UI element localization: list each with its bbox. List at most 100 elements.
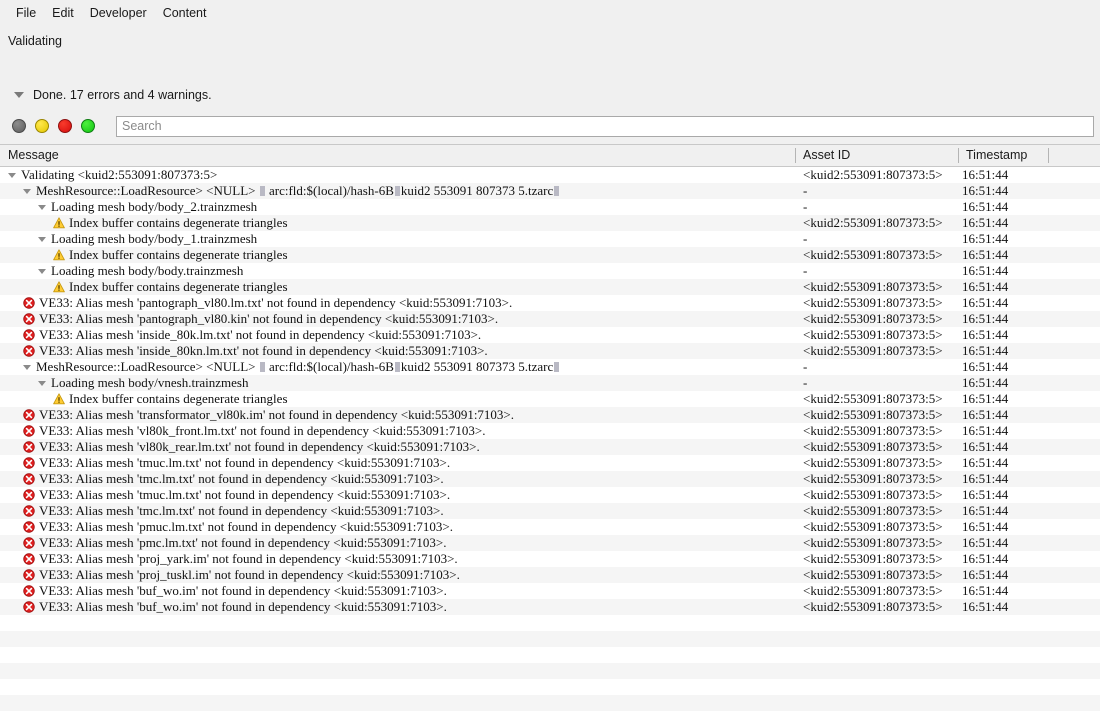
- cell-message: MeshResource::LoadResource> <NULL> arc:f…: [0, 359, 795, 375]
- table-row[interactable]: Validating <kuid2:553091:807373:5> <kuid2…: [0, 167, 1100, 183]
- table-row[interactable]: VE33: Alias mesh 'vl80k_front.lm.txt' no…: [0, 423, 1100, 439]
- warning-icon: [53, 217, 65, 229]
- column-header-message[interactable]: Message: [0, 145, 795, 167]
- table-row[interactable]: VE33: Alias mesh 'pmc.lm.txt' not found …: [0, 535, 1100, 551]
- table-row[interactable]: VE33: Alias mesh 'vl80k_rear.lm.txt' not…: [0, 439, 1100, 455]
- cell-message: VE33: Alias mesh 'pmuc.lm.txt' not found…: [0, 519, 795, 535]
- path-separator-glyph: [259, 362, 265, 372]
- triangle-down-icon[interactable]: [38, 204, 46, 210]
- triangle-down-icon[interactable]: [38, 268, 46, 274]
- menu-item-edit[interactable]: Edit: [44, 4, 82, 24]
- cell-asset-id: <kuid2:553091:807373:5>: [803, 535, 943, 550]
- table-row[interactable]: MeshResource::LoadResource> <NULL> arc:f…: [0, 183, 1100, 199]
- cell-asset-id: -: [803, 263, 808, 278]
- cell-timestamp: 16:51:44: [962, 423, 1009, 438]
- table-row[interactable]: VE33: Alias mesh 'buf_wo.im' not found i…: [0, 599, 1100, 615]
- table-row[interactable]: Loading mesh body/body_1.trainzmesh - 16:5…: [0, 231, 1100, 247]
- triangle-down-icon[interactable]: [14, 92, 24, 98]
- table-row[interactable]: VE33: Alias mesh 'tmc.lm.txt' not found …: [0, 503, 1100, 519]
- cell-message: VE33: Alias mesh 'transformator_vl80k.im…: [0, 407, 795, 423]
- menu-item-developer[interactable]: Developer: [82, 4, 155, 24]
- triangle-down-icon[interactable]: [38, 236, 46, 242]
- column-header-extra[interactable]: [1048, 145, 1100, 167]
- table-row[interactable]: VE33: Alias mesh 'transformator_vl80k.im…: [0, 407, 1100, 423]
- triangle-down-icon[interactable]: [23, 364, 31, 370]
- table-row-empty[interactable]: [0, 647, 1100, 663]
- summary-row[interactable]: Done. 17 errors and 4 warnings.: [14, 88, 212, 102]
- triangle-down-icon[interactable]: [38, 380, 46, 386]
- filter-dot-red[interactable]: [58, 119, 72, 133]
- cell-asset-id: <kuid2:553091:807373:5>: [803, 343, 943, 358]
- cell-asset-id: <kuid2:553091:807373:5>: [803, 583, 943, 598]
- cell-message: VE33: Alias mesh 'tmuc.lm.txt' not found…: [0, 455, 795, 471]
- cell-message: VE33: Alias mesh 'proj_tuskl.im' not fou…: [0, 567, 795, 583]
- log-table: Message Asset ID Timestamp Validating <k…: [0, 144, 1100, 728]
- cell-timestamp: 16:51:44: [962, 199, 1009, 214]
- table-row-empty[interactable]: [0, 615, 1100, 631]
- table-row-empty[interactable]: [0, 679, 1100, 695]
- menu-item-content[interactable]: Content: [155, 4, 215, 24]
- search-input[interactable]: [116, 115, 1094, 137]
- cell-timestamp: 16:51:44: [962, 503, 1009, 518]
- table-row[interactable]: Index buffer contains degenerate triangl…: [0, 247, 1100, 263]
- cell-message: VE33: Alias mesh 'inside_80kn.lm.txt' no…: [0, 343, 795, 359]
- table-row[interactable]: VE33: Alias mesh 'tmc.lm.txt' not found …: [0, 471, 1100, 487]
- message-text: VE33: Alias mesh 'pantograph_vl80.lm.txt…: [39, 295, 513, 310]
- column-header-timestamp[interactable]: Timestamp: [958, 145, 1048, 167]
- message-text: Index buffer contains degenerate triangl…: [69, 391, 288, 406]
- table-row[interactable]: Loading mesh body/body_2.trainzmesh - 16:5…: [0, 199, 1100, 215]
- cell-message: Index buffer contains degenerate triangl…: [0, 215, 795, 231]
- table-row[interactable]: VE33: Alias mesh 'pantograph_vl80.lm.txt…: [0, 295, 1100, 311]
- filter-dot-green[interactable]: [81, 119, 95, 133]
- cell-asset-id: <kuid2:553091:807373:5>: [803, 327, 943, 342]
- table-row-empty[interactable]: [0, 695, 1100, 711]
- path-separator-glyph: [554, 186, 560, 196]
- table-row[interactable]: Loading mesh body/vnesh.trainzmesh - 16:51…: [0, 375, 1100, 391]
- cell-timestamp: 16:51:44: [962, 455, 1009, 470]
- table-row[interactable]: Index buffer contains degenerate triangl…: [0, 279, 1100, 295]
- message-text: VE33: Alias mesh 'inside_80k.lm.txt' not…: [39, 327, 482, 342]
- menu-item-file[interactable]: File: [8, 4, 44, 24]
- cell-asset-id: <kuid2:553091:807373:5>: [803, 519, 943, 534]
- cell-asset-id: <kuid2:553091:807373:5>: [803, 295, 943, 310]
- cell-asset-id: <kuid2:553091:807373:5>: [803, 455, 943, 470]
- filter-dot-yellow[interactable]: [35, 119, 49, 133]
- table-row[interactable]: VE33: Alias mesh 'buf_wo.im' not found i…: [0, 583, 1100, 599]
- filter-dot-gray[interactable]: [12, 119, 26, 133]
- table-row[interactable]: VE33: Alias mesh 'tmuc.lm.txt' not found…: [0, 487, 1100, 503]
- cell-asset-id: <kuid2:553091:807373:5>: [803, 279, 943, 294]
- cell-message: Loading mesh body/vnesh.trainzmesh: [0, 375, 795, 391]
- message-text: VE33: Alias mesh 'tmc.lm.txt' not found …: [39, 471, 444, 486]
- triangle-down-icon[interactable]: [23, 188, 31, 194]
- column-header-asset-id[interactable]: Asset ID: [795, 145, 958, 167]
- table-row-empty[interactable]: [0, 663, 1100, 679]
- table-row[interactable]: VE33: Alias mesh 'inside_80k.lm.txt' not…: [0, 327, 1100, 343]
- cell-timestamp: 16:51:44: [962, 375, 1009, 390]
- message-text: Loading mesh body/body_1.trainzmesh: [51, 231, 258, 246]
- error-icon: [23, 537, 35, 549]
- table-row[interactable]: Index buffer contains degenerate triangl…: [0, 215, 1100, 231]
- table-row[interactable]: VE33: Alias mesh 'proj_yark.im' not foun…: [0, 551, 1100, 567]
- message-text: Index buffer contains degenerate triangl…: [69, 279, 288, 294]
- cell-timestamp: 16:51:44: [962, 471, 1009, 486]
- triangle-down-icon[interactable]: [8, 172, 16, 178]
- cell-timestamp: 16:51:44: [962, 551, 1009, 566]
- cell-message: VE33: Alias mesh 'pmc.lm.txt' not found …: [0, 535, 795, 551]
- table-row[interactable]: VE33: Alias mesh 'inside_80kn.lm.txt' no…: [0, 343, 1100, 359]
- cell-message: Validating <kuid2:553091:807373:5>: [0, 167, 795, 183]
- table-row[interactable]: VE33: Alias mesh 'pantograph_vl80.kin' n…: [0, 311, 1100, 327]
- error-icon: [23, 473, 35, 485]
- table-row[interactable]: VE33: Alias mesh 'tmuc.lm.txt' not found…: [0, 455, 1100, 471]
- table-row[interactable]: Loading mesh body/body.trainzmesh - 16:51:…: [0, 263, 1100, 279]
- message-text: VE33: Alias mesh 'tmuc.lm.txt' not found…: [39, 487, 451, 502]
- path-separator-glyph: [554, 362, 560, 372]
- table-row[interactable]: VE33: Alias mesh 'proj_tuskl.im' not fou…: [0, 567, 1100, 583]
- table-row[interactable]: MeshResource::LoadResource> <NULL> arc:f…: [0, 359, 1100, 375]
- cell-timestamp: 16:51:44: [962, 263, 1009, 278]
- cell-message: VE33: Alias mesh 'proj_yark.im' not foun…: [0, 551, 795, 567]
- error-icon: [23, 313, 35, 325]
- error-icon: [23, 425, 35, 437]
- table-row-empty[interactable]: [0, 631, 1100, 647]
- table-row[interactable]: VE33: Alias mesh 'pmuc.lm.txt' not found…: [0, 519, 1100, 535]
- table-row[interactable]: Index buffer contains degenerate triangl…: [0, 391, 1100, 407]
